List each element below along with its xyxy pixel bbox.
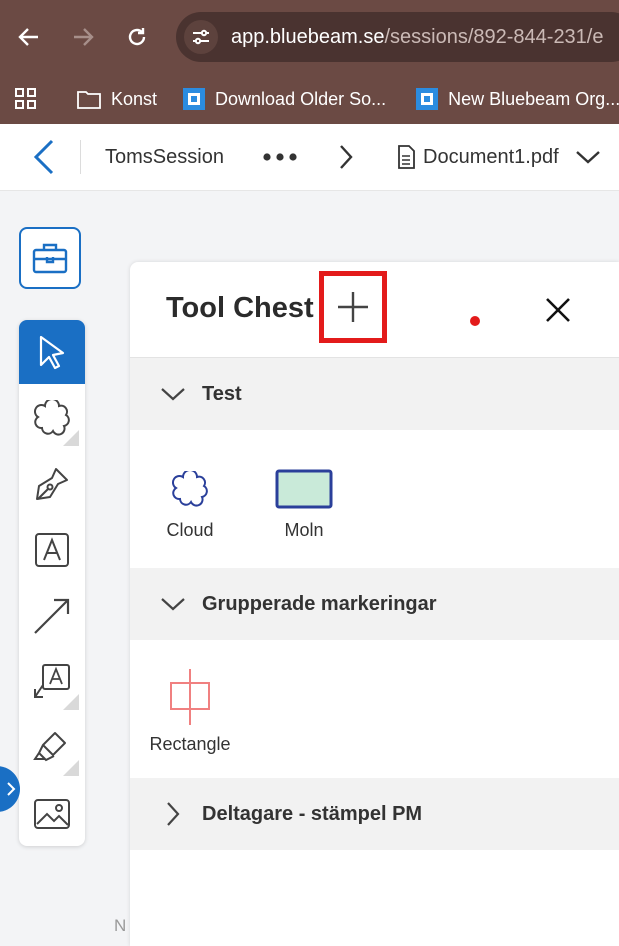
tool-item-moln[interactable]: Moln xyxy=(254,464,354,541)
add-tool-set-button[interactable] xyxy=(319,271,387,343)
reload-button[interactable] xyxy=(122,22,152,52)
header-divider xyxy=(80,140,81,174)
chevron-down-icon xyxy=(158,596,188,612)
section-test-header[interactable]: Test xyxy=(130,358,619,430)
close-icon xyxy=(546,298,570,322)
browser-toolbar: app.bluebeam.se/sessions/892-844-231/e xyxy=(0,0,619,74)
text-box-icon xyxy=(35,533,69,567)
arrow-right-icon xyxy=(74,28,94,46)
chevron-right-icon xyxy=(158,801,188,827)
submenu-indicator xyxy=(63,430,79,446)
url-text: app.bluebeam.se/sessions/892-844-231/e xyxy=(231,25,604,48)
expand-panel-button[interactable] xyxy=(0,766,20,812)
bookmark-new-bluebeam[interactable]: New Bluebeam Org... xyxy=(416,88,619,110)
bluebeam-icon xyxy=(416,88,439,110)
tool-item-cloud[interactable]: Cloud xyxy=(140,464,240,541)
panel-title: Tool Chest xyxy=(166,292,314,324)
tool-item-rectangle[interactable]: Rectangle xyxy=(140,666,240,755)
select-tool[interactable] xyxy=(19,320,85,384)
image-icon xyxy=(34,799,70,829)
more-options-button[interactable] xyxy=(262,124,298,190)
bookmarks-bar: Konst Download Older So... New Bluebeam … xyxy=(0,74,619,124)
toolbox-icon xyxy=(32,243,68,274)
back-nav-button[interactable] xyxy=(32,124,56,190)
tool-chest-panel: Tool Chest Test Cloud Moln Grupperade ma… xyxy=(130,262,619,946)
chevron-down-icon xyxy=(158,386,188,402)
document-selector[interactable]: Document1.pdf xyxy=(397,124,601,190)
chevron-down-icon xyxy=(575,151,600,164)
back-button[interactable] xyxy=(14,22,44,52)
section-participants-header[interactable]: Deltagare - stämpel PM xyxy=(130,778,619,850)
reload-icon xyxy=(128,28,146,46)
document-icon xyxy=(398,145,415,169)
session-name[interactable]: TomsSession xyxy=(105,124,224,190)
cloud-icon xyxy=(171,471,208,507)
chevron-left-icon xyxy=(33,139,54,175)
apps-icon[interactable] xyxy=(15,88,37,110)
submenu-indicator xyxy=(63,760,79,776)
next-button[interactable] xyxy=(338,124,354,190)
bluebeam-icon xyxy=(183,88,206,110)
rectangle-cross-icon xyxy=(170,669,210,725)
plus-icon xyxy=(338,292,368,322)
rectangle-fill-icon xyxy=(275,469,333,509)
cursor-icon xyxy=(39,335,65,370)
bottom-hint-text: N xyxy=(114,916,127,935)
close-panel-button[interactable] xyxy=(540,292,576,328)
pen-tool[interactable] xyxy=(19,452,85,516)
image-tool[interactable] xyxy=(19,782,85,846)
chevron-right-icon xyxy=(340,145,353,169)
markup-toolbar xyxy=(19,320,85,846)
toolbox-button[interactable] xyxy=(19,227,81,289)
text-box-tool[interactable] xyxy=(19,518,85,582)
highlighter-tool[interactable] xyxy=(19,716,85,780)
forward-button[interactable] xyxy=(68,22,98,52)
section-grouped-header[interactable]: Grupperade markeringar xyxy=(130,568,619,640)
bookmark-download-older[interactable]: Download Older So... xyxy=(183,88,386,110)
bookmark-konst[interactable]: Konst xyxy=(77,89,157,110)
app-header: TomsSession Document1.pdf xyxy=(0,124,619,191)
red-dot-marker xyxy=(470,316,480,326)
chevron-right-icon xyxy=(7,782,16,796)
arrow-diagonal-icon xyxy=(34,598,70,634)
cloud-tool[interactable] xyxy=(19,386,85,450)
submenu-indicator xyxy=(63,694,79,710)
callout-tool[interactable] xyxy=(19,650,85,714)
folder-icon xyxy=(77,89,101,109)
arrow-left-icon xyxy=(18,28,38,46)
address-bar[interactable]: app.bluebeam.se/sessions/892-844-231/e xyxy=(176,12,619,62)
arrow-tool[interactable] xyxy=(19,584,85,648)
site-info-icon[interactable] xyxy=(184,20,218,54)
more-dots-icon xyxy=(263,153,297,161)
pen-icon xyxy=(36,468,68,500)
